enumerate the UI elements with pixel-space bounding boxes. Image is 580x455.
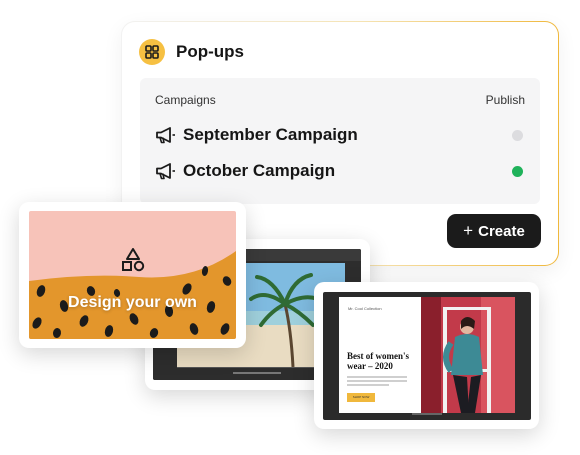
- megaphone-icon: [156, 163, 175, 180]
- card-header: Pop-ups: [139, 39, 244, 65]
- template-card-design-your-own[interactable]: Design your own: [19, 202, 246, 348]
- publish-status-dot[interactable]: [512, 129, 523, 141]
- fashion-template-preview: Mr. Cool Collection Best of women's wear…: [323, 292, 531, 420]
- design-your-own-label: Design your own: [68, 294, 197, 311]
- publish-status-dot[interactable]: [512, 165, 523, 177]
- template-card-fashion[interactable]: Mr. Cool Collection Best of women's wear…: [314, 282, 539, 429]
- grid-icon: [139, 39, 165, 65]
- plus-icon: +: [463, 221, 474, 240]
- campaign-row-october[interactable]: October Campaign: [155, 159, 525, 183]
- fashion-brand: Mr. Cool Collection: [348, 306, 382, 311]
- create-button[interactable]: + Create: [447, 214, 541, 248]
- campaign-row-september[interactable]: September Campaign: [155, 123, 525, 147]
- design-your-own-preview: Design your own: [29, 211, 236, 339]
- publish-column-header: Publish: [485, 93, 525, 107]
- fashion-shop-button: SHOP NOW: [347, 393, 375, 402]
- create-button-label: Create: [478, 222, 525, 240]
- fashion-footer: [323, 413, 531, 417]
- campaigns-column-header: Campaigns: [155, 93, 216, 107]
- campaign-name: October Campaign: [183, 161, 336, 180]
- fashion-photo: [421, 297, 515, 413]
- fashion-popup-modal: Mr. Cool Collection Best of women's wear…: [339, 297, 515, 413]
- fashion-body-text: [347, 376, 407, 388]
- campaign-name: September Campaign: [183, 125, 358, 144]
- megaphone-icon: [156, 127, 175, 144]
- fashion-headline: Best of women's wear – 2020: [347, 351, 409, 371]
- shapes-icon: [122, 248, 145, 272]
- campaign-list: Campaigns Publish September Campaign Oct…: [140, 78, 540, 204]
- card-title: Pop-ups: [176, 42, 244, 61]
